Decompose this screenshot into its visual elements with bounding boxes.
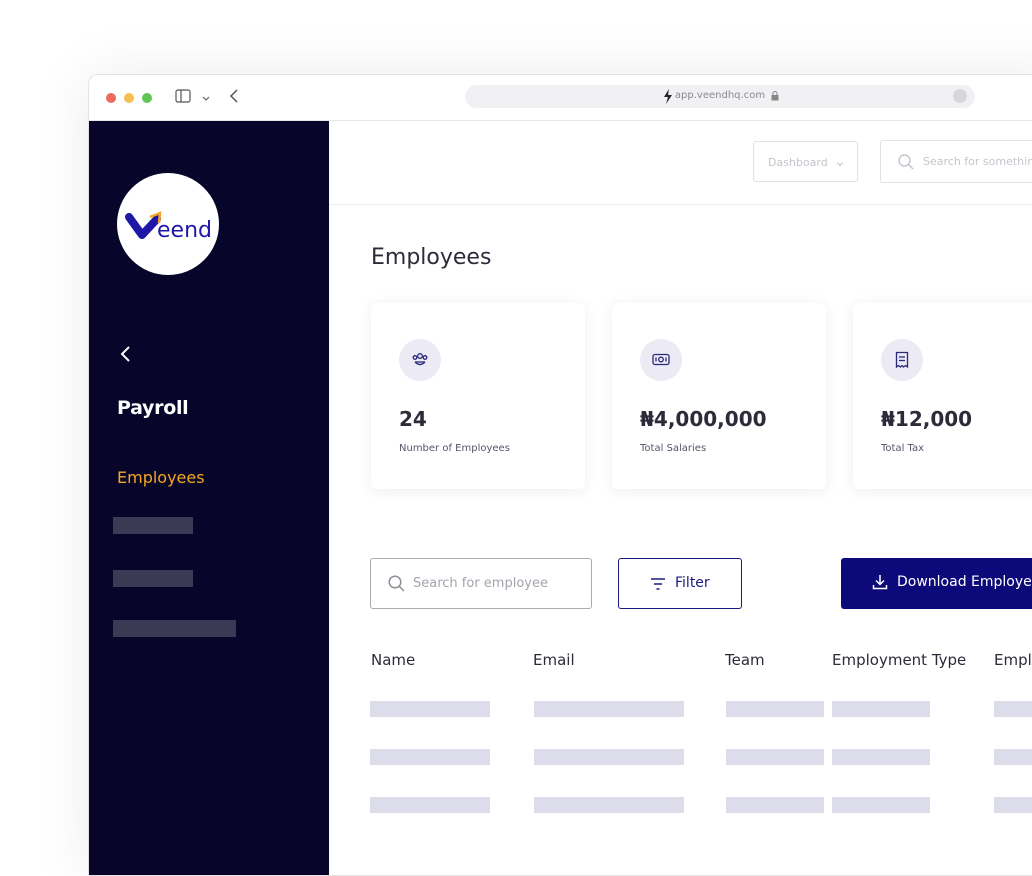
column-header-employment-type[interactable]: Employment Type xyxy=(832,651,966,669)
download-label: Download Employees xyxy=(897,574,1032,590)
lock-icon xyxy=(771,91,779,104)
table-cell-placeholder xyxy=(832,701,930,717)
table-cell-placeholder xyxy=(534,797,684,813)
filter-label: Filter xyxy=(675,575,710,591)
page-title: Employees xyxy=(371,245,492,270)
dashboard-select-label: Dashboard xyxy=(768,156,828,169)
column-header-team[interactable]: Team xyxy=(725,651,765,669)
browser-window: app.veendhq.com eend Payroll Employees D… xyxy=(88,74,1032,876)
table-cell-placeholder xyxy=(994,749,1032,765)
sidebar: eend Payroll Employees xyxy=(89,121,329,875)
table-cell-placeholder xyxy=(370,701,490,717)
stat-value: ₦12,000 xyxy=(881,407,973,431)
column-header-employment[interactable]: Employment xyxy=(994,651,1032,669)
close-window-button[interactable] xyxy=(106,93,116,103)
cash-icon xyxy=(640,339,682,381)
table-cell-placeholder xyxy=(726,701,824,717)
address-bar[interactable]: app.veendhq.com xyxy=(465,85,975,108)
chevron-down-icon xyxy=(836,158,844,171)
maximize-window-button[interactable] xyxy=(142,93,152,103)
stat-label: Total Salaries xyxy=(640,443,707,454)
veend-logo: eend xyxy=(117,173,219,275)
table-cell-placeholder xyxy=(370,749,490,765)
main-content: Dashboard Search for something Employees… xyxy=(329,121,1032,875)
table-cell-placeholder xyxy=(370,797,490,813)
sidebar-item-placeholder[interactable] xyxy=(113,517,193,534)
table-cell-placeholder xyxy=(832,797,930,813)
dashboard-select[interactable]: Dashboard xyxy=(753,141,858,182)
browser-toolbar: app.veendhq.com xyxy=(89,75,1032,121)
sidebar-item-placeholder[interactable] xyxy=(113,570,193,587)
table-cell-placeholder xyxy=(994,701,1032,717)
minimize-window-button[interactable] xyxy=(124,93,134,103)
sidebar-item-employees[interactable]: Employees xyxy=(117,468,205,487)
column-header-name[interactable]: Name xyxy=(371,651,415,669)
people-icon xyxy=(399,339,441,381)
search-icon xyxy=(898,154,914,173)
top-bar: Dashboard Search for something xyxy=(329,121,1032,205)
sidebar-toggle-icon[interactable] xyxy=(175,89,191,108)
chevron-down-icon[interactable] xyxy=(201,91,211,109)
table-cell-placeholder xyxy=(726,749,824,765)
sidebar-section-title: Payroll xyxy=(117,397,189,419)
column-header-email[interactable]: Email xyxy=(533,651,575,669)
table-cell-placeholder xyxy=(726,797,824,813)
table-cell-placeholder xyxy=(534,749,684,765)
search-icon xyxy=(388,575,405,596)
stat-card-salaries: ₦4,000,000 Total Salaries xyxy=(612,303,826,489)
stat-value: 24 xyxy=(399,407,427,431)
table-cell-placeholder xyxy=(534,701,684,717)
global-search-placeholder: Search for something xyxy=(923,155,1032,168)
url-text: app.veendhq.com xyxy=(674,90,766,101)
stat-value: ₦4,000,000 xyxy=(640,407,767,431)
employee-search-placeholder: Search for employee xyxy=(413,576,548,591)
global-search-input[interactable]: Search for something xyxy=(880,140,1032,183)
filter-icon xyxy=(650,577,666,595)
filter-button[interactable]: Filter xyxy=(618,558,742,609)
employee-search-input[interactable]: Search for employee xyxy=(370,558,592,609)
stat-label: Number of Employees xyxy=(399,443,510,454)
receipt-icon xyxy=(881,339,923,381)
download-icon xyxy=(872,574,888,594)
download-employees-button[interactable]: Download Employees xyxy=(841,558,1032,609)
sidebar-item-placeholder[interactable] xyxy=(113,620,236,637)
stat-card-employees: 24 Number of Employees xyxy=(371,303,585,489)
back-icon[interactable] xyxy=(229,89,239,108)
veend-logo-mark: eend xyxy=(125,211,212,243)
sidebar-back-button[interactable] xyxy=(119,345,131,368)
table-cell-placeholder xyxy=(994,797,1032,813)
stat-card-tax: ₦12,000 Total Tax xyxy=(853,303,1032,489)
logo-wordmark: eend xyxy=(157,218,212,243)
table-cell-placeholder xyxy=(832,749,930,765)
stat-label: Total Tax xyxy=(881,443,925,454)
more-options-icon[interactable] xyxy=(953,89,967,103)
